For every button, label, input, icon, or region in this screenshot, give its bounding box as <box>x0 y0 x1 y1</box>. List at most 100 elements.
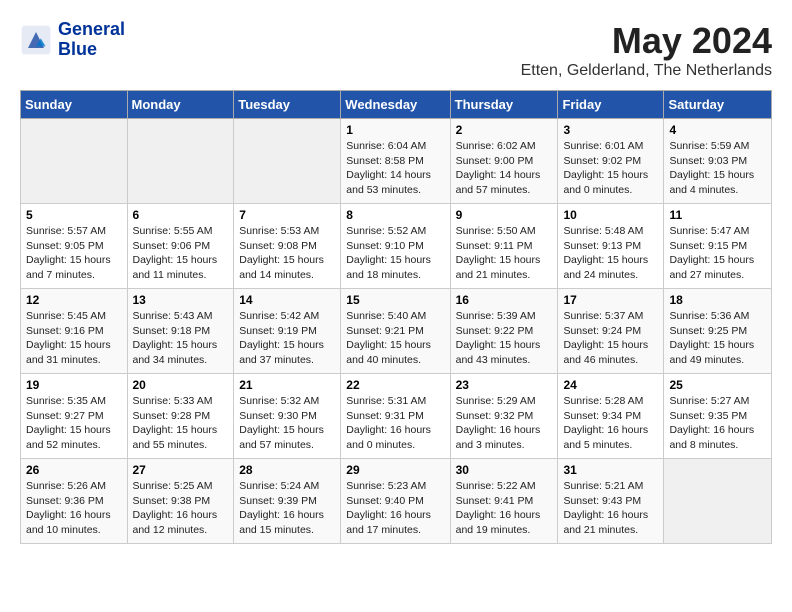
day-number: 11 <box>669 208 766 222</box>
day-info: Sunrise: 5:24 AMSunset: 9:39 PMDaylight:… <box>239 479 335 538</box>
day-number: 20 <box>133 378 229 392</box>
day-number: 18 <box>669 293 766 307</box>
day-number: 21 <box>239 378 335 392</box>
calendar-cell: 18 Sunrise: 5:36 AMSunset: 9:25 PMDayligh… <box>664 289 772 374</box>
calendar-week-3: 12Sunrise: 5:45 AMSunset: 9:16 PMDayligh… <box>21 289 772 374</box>
day-info: Sunrise: 5:57 AMSunset: 9:05 PMDaylight:… <box>26 224 122 283</box>
logo-icon <box>20 24 52 56</box>
day-info: Sunrise: 6:04 AMSunset: 8:58 PMDaylight:… <box>346 139 444 198</box>
calendar-cell: 8Sunrise: 5:52 AMSunset: 9:10 PMDaylight… <box>341 204 450 289</box>
calendar-cell: 28 Sunrise: 5:24 AMSunset: 9:39 PMDayligh… <box>234 459 341 544</box>
day-number: 22 <box>346 378 444 392</box>
calendar-week-1: 1 Sunrise: 6:04 AMSunset: 8:58 PMDaylight… <box>21 119 772 204</box>
day-info: Sunrise: 5:35 AMSunset: 9:27 PMDaylight:… <box>26 394 122 453</box>
calendar-cell: 25Sunrise: 5:27 AMSunset: 9:35 PMDayligh… <box>664 374 772 459</box>
title-section: May 2024 Etten, Gelderland, The Netherla… <box>521 20 772 80</box>
calendar-cell: 1 Sunrise: 6:04 AMSunset: 8:58 PMDaylight… <box>341 119 450 204</box>
calendar-cell <box>21 119 128 204</box>
day-info: Sunrise: 5:23 AMSunset: 9:40 PMDaylight:… <box>346 479 444 538</box>
day-info: Sunrise: 5:40 AMSunset: 9:21 PMDaylight:… <box>346 309 444 368</box>
calendar-body: 1 Sunrise: 6:04 AMSunset: 8:58 PMDaylight… <box>21 119 772 544</box>
day-number: 23 <box>456 378 553 392</box>
day-number: 17 <box>563 293 658 307</box>
day-number: 19 <box>26 378 122 392</box>
day-number: 27 <box>133 463 229 477</box>
day-info: Sunrise: 5:25 AMSunset: 9:38 PMDaylight:… <box>133 479 229 538</box>
day-info: Sunrise: 5:36 AMSunset: 9:25 PMDaylight:… <box>669 309 766 368</box>
logo-line1: General <box>58 20 125 40</box>
day-number: 9 <box>456 208 553 222</box>
day-info: Sunrise: 5:47 AMSunset: 9:15 PMDaylight:… <box>669 224 766 283</box>
calendar-cell: 2Sunrise: 6:02 AMSunset: 9:00 PMDaylight… <box>450 119 558 204</box>
day-info: Sunrise: 5:21 AMSunset: 9:43 PMDaylight:… <box>563 479 658 538</box>
day-number: 28 <box>239 463 335 477</box>
day-number: 10 <box>563 208 658 222</box>
calendar-cell: 13 Sunrise: 5:43 AMSunset: 9:18 PMDayligh… <box>127 289 234 374</box>
day-number: 8 <box>346 208 444 222</box>
column-header-thursday: Thursday <box>450 91 558 119</box>
calendar-cell: 12Sunrise: 5:45 AMSunset: 9:16 PMDayligh… <box>21 289 128 374</box>
day-number: 4 <box>669 123 766 137</box>
day-number: 16 <box>456 293 553 307</box>
day-info: Sunrise: 5:29 AMSunset: 9:32 PMDaylight:… <box>456 394 553 453</box>
calendar-week-5: 26Sunrise: 5:26 AMSunset: 9:36 PMDayligh… <box>21 459 772 544</box>
day-info: Sunrise: 5:39 AMSunset: 9:22 PMDaylight:… <box>456 309 553 368</box>
day-info: Sunrise: 5:50 AMSunset: 9:11 PMDaylight:… <box>456 224 553 283</box>
day-number: 31 <box>563 463 658 477</box>
day-info: Sunrise: 5:22 AMSunset: 9:41 PMDaylight:… <box>456 479 553 538</box>
calendar-table: SundayMondayTuesdayWednesdayThursdayFrid… <box>20 90 772 544</box>
calendar-cell: 9 Sunrise: 5:50 AMSunset: 9:11 PMDaylight… <box>450 204 558 289</box>
month-title: May 2024 <box>521 20 772 62</box>
calendar-cell: 16 Sunrise: 5:39 AMSunset: 9:22 PMDayligh… <box>450 289 558 374</box>
day-number: 15 <box>346 293 444 307</box>
calendar-cell: 29Sunrise: 5:23 AMSunset: 9:40 PMDayligh… <box>341 459 450 544</box>
calendar-cell: 31 Sunrise: 5:21 AMSunset: 9:43 PMDayligh… <box>558 459 664 544</box>
day-info: Sunrise: 5:27 AMSunset: 9:35 PMDaylight:… <box>669 394 766 453</box>
column-header-friday: Friday <box>558 91 664 119</box>
day-number: 1 <box>346 123 444 137</box>
day-info: Sunrise: 5:59 AMSunset: 9:03 PMDaylight:… <box>669 139 766 198</box>
day-info: Sunrise: 5:43 AMSunset: 9:18 PMDaylight:… <box>133 309 229 368</box>
day-info: Sunrise: 5:48 AMSunset: 9:13 PMDaylight:… <box>563 224 658 283</box>
calendar-cell <box>234 119 341 204</box>
column-header-wednesday: Wednesday <box>341 91 450 119</box>
day-info: Sunrise: 5:42 AMSunset: 9:19 PMDaylight:… <box>239 309 335 368</box>
calendar-cell: 5Sunrise: 5:57 AMSunset: 9:05 PMDaylight… <box>21 204 128 289</box>
day-info: Sunrise: 5:28 AMSunset: 9:34 PMDaylight:… <box>563 394 658 453</box>
location-subtitle: Etten, Gelderland, The Netherlands <box>521 62 772 80</box>
calendar-cell: 27 Sunrise: 5:25 AMSunset: 9:38 PMDayligh… <box>127 459 234 544</box>
calendar-cell: 7Sunrise: 5:53 AMSunset: 9:08 PMDaylight… <box>234 204 341 289</box>
day-info: Sunrise: 5:32 AMSunset: 9:30 PMDaylight:… <box>239 394 335 453</box>
calendar-cell: 30 Sunrise: 5:22 AMSunset: 9:41 PMDayligh… <box>450 459 558 544</box>
calendar-cell: 22Sunrise: 5:31 AMSunset: 9:31 PMDayligh… <box>341 374 450 459</box>
column-header-monday: Monday <box>127 91 234 119</box>
day-number: 6 <box>133 208 229 222</box>
calendar-cell: 10 Sunrise: 5:48 AMSunset: 9:13 PMDayligh… <box>558 204 664 289</box>
day-number: 14 <box>239 293 335 307</box>
calendar-cell: 23 Sunrise: 5:29 AMSunset: 9:32 PMDayligh… <box>450 374 558 459</box>
calendar-cell: 4 Sunrise: 5:59 AMSunset: 9:03 PMDaylight… <box>664 119 772 204</box>
calendar-cell: 3 Sunrise: 6:01 AMSunset: 9:02 PMDaylight… <box>558 119 664 204</box>
day-number: 3 <box>563 123 658 137</box>
day-number: 7 <box>239 208 335 222</box>
calendar-cell: 21 Sunrise: 5:32 AMSunset: 9:30 PMDayligh… <box>234 374 341 459</box>
column-header-tuesday: Tuesday <box>234 91 341 119</box>
page-header: General Blue May 2024 Etten, Gelderland,… <box>20 20 772 80</box>
calendar-week-2: 5Sunrise: 5:57 AMSunset: 9:05 PMDaylight… <box>21 204 772 289</box>
header-row: SundayMondayTuesdayWednesdayThursdayFrid… <box>21 91 772 119</box>
calendar-cell <box>664 459 772 544</box>
calendar-cell: 15 Sunrise: 5:40 AMSunset: 9:21 PMDayligh… <box>341 289 450 374</box>
calendar-cell: 17Sunrise: 5:37 AMSunset: 9:24 PMDayligh… <box>558 289 664 374</box>
calendar-cell: 14 Sunrise: 5:42 AMSunset: 9:19 PMDayligh… <box>234 289 341 374</box>
calendar-cell: 19 Sunrise: 5:35 AMSunset: 9:27 PMDayligh… <box>21 374 128 459</box>
calendar-cell: 26Sunrise: 5:26 AMSunset: 9:36 PMDayligh… <box>21 459 128 544</box>
day-info: Sunrise: 5:45 AMSunset: 9:16 PMDaylight:… <box>26 309 122 368</box>
calendar-cell: 20 Sunrise: 5:33 AMSunset: 9:28 PMDayligh… <box>127 374 234 459</box>
column-header-saturday: Saturday <box>664 91 772 119</box>
day-info: Sunrise: 5:26 AMSunset: 9:36 PMDaylight:… <box>26 479 122 538</box>
day-number: 2 <box>456 123 553 137</box>
day-info: Sunrise: 6:01 AMSunset: 9:02 PMDaylight:… <box>563 139 658 198</box>
day-number: 30 <box>456 463 553 477</box>
day-number: 13 <box>133 293 229 307</box>
day-info: Sunrise: 5:33 AMSunset: 9:28 PMDaylight:… <box>133 394 229 453</box>
